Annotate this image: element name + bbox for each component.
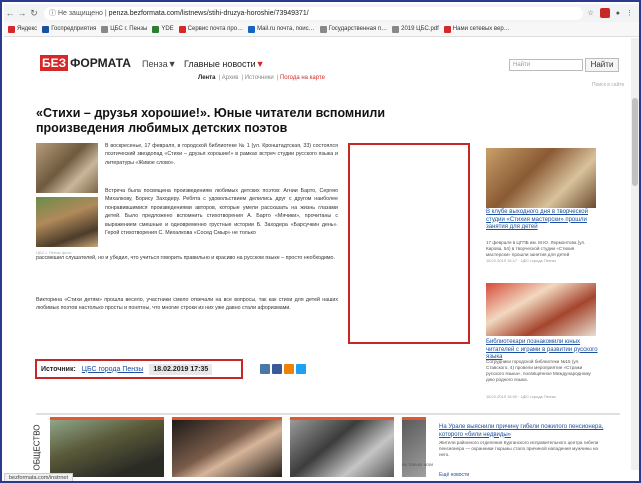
vk-share-icon[interactable] xyxy=(260,364,270,374)
status-bar: bezformata.com/instrnet xyxy=(4,473,73,481)
back-icon[interactable]: ← xyxy=(4,8,16,18)
subnav-item-feed[interactable]: Лента xyxy=(198,75,215,81)
article-paragraph: Встреча была посвящена произведениям люб… xyxy=(105,188,338,237)
bookmark-item[interactable]: ЦБС г. Пензы xyxy=(101,25,147,33)
search-button[interactable]: Найти xyxy=(585,58,619,72)
bookmark-item[interactable]: Государственная п… xyxy=(319,25,387,33)
source-label: Источник: xyxy=(41,365,76,373)
bookmark-favicon-icon xyxy=(319,25,327,33)
forward-icon[interactable]: → xyxy=(16,8,28,18)
main-news-menu[interactable]: Главные новости▼ xyxy=(184,59,265,69)
chevron-down-icon: ▼ xyxy=(255,59,265,69)
ad-placeholder xyxy=(348,143,470,344)
city-selector[interactable]: Пенза▼ xyxy=(142,59,176,69)
news-link[interactable]: На Урале выяснили причину гибели пожилог… xyxy=(439,424,609,439)
bookmark-favicon-icon xyxy=(443,25,451,33)
section-divider xyxy=(36,413,620,415)
news-caption: их только ноги xyxy=(402,462,433,467)
site-logo[interactable]: БЕЗ ФОРМАТА xyxy=(40,55,131,71)
bookmark-item[interactable]: Нами сетевых вер… xyxy=(443,25,510,33)
article-headline: «Стихи – друзья хорошие!». Юные читатели… xyxy=(36,106,386,135)
logo-red-part: БЕЗ xyxy=(40,55,69,71)
site-search-link[interactable]: Поиск в сайте xyxy=(592,82,624,88)
section-label[interactable]: ОБЩЕСТВО xyxy=(26,421,48,473)
twitter-share-icon[interactable] xyxy=(296,364,306,374)
url-input[interactable]: ⓘ Не защищено | penza.bezformata.com/lis… xyxy=(44,6,584,20)
url-text: penza.bezformata.com/listnews/stihi-druz… xyxy=(108,9,309,17)
menu-icon[interactable]: ⋮ xyxy=(626,9,633,17)
bookmark-favicon-icon xyxy=(152,25,160,33)
page-scrollbar-thumb[interactable] xyxy=(632,98,638,186)
bookmark-favicon-icon xyxy=(248,25,256,33)
browser-window: ← → ↻ ⓘ Не защищено | penza.bezformata.c… xyxy=(0,0,641,483)
more-news-link[interactable]: Ещё новости xyxy=(439,472,469,478)
main-news-label: Главные новости xyxy=(184,59,256,69)
bookmark-favicon-icon xyxy=(8,25,15,33)
article-photo[interactable] xyxy=(36,197,98,247)
source-link[interactable]: ЦБС города Пензы xyxy=(82,366,144,373)
bookmark-item[interactable]: Госпредприятия xyxy=(42,25,96,33)
news-summary: Жители районного отделения Курганского и… xyxy=(439,440,599,457)
bookmark-item[interactable]: 2019 ЦБС.pdf xyxy=(392,25,439,33)
article-paragraph: Викторина «Стихи детям» прошла весело, у… xyxy=(36,297,338,312)
related-link[interactable]: В клубе выходного дня в творческой студи… xyxy=(486,209,598,232)
article-paragraph: рассмешил слушателей, но и убедил, что у… xyxy=(36,255,335,261)
share-buttons xyxy=(260,364,306,374)
address-bar-row: ← → ↻ ⓘ Не защищено | penza.bezformata.c… xyxy=(4,4,639,22)
url-security-label: Не защищено xyxy=(57,9,103,17)
related-thumbnail[interactable] xyxy=(486,283,596,336)
reload-icon[interactable]: ↻ xyxy=(28,8,40,19)
bookmark-favicon-icon xyxy=(178,25,186,33)
subnav-item-weather[interactable]: Погода на карте xyxy=(280,75,325,81)
related-summary: 17 февраля в ЦГПБ им. М.Ю. Лермонтова (у… xyxy=(486,240,586,257)
related-date: 18.02.2019 16:17 · ЦБС города Пензы xyxy=(486,258,556,263)
section-label-text: ОБЩЕСТВО xyxy=(32,424,42,470)
article-paragraph: В воскресенье, 17 февраля, в городской б… xyxy=(105,143,338,166)
odnoklassniki-share-icon[interactable] xyxy=(284,364,294,374)
profile-icon[interactable]: ● xyxy=(616,10,620,17)
news-thumbnail[interactable] xyxy=(290,417,394,477)
bookmarks-bar: Яндекс Госпредприятия ЦБС г. Пензы YDE С… xyxy=(4,22,639,37)
bookmark-item[interactable]: YDE xyxy=(152,25,174,33)
related-date: 18.02.2019 16:00 · ЦБС города Пензы xyxy=(486,394,556,399)
bookmark-item[interactable]: Mail.ru почта, поис… xyxy=(248,25,315,33)
bookmark-item[interactable]: Сервис почта про… xyxy=(178,25,243,33)
facebook-share-icon[interactable] xyxy=(272,364,282,374)
extension-icon[interactable] xyxy=(599,8,610,18)
publish-date: 18.02.2019 17:35 xyxy=(149,363,213,375)
star-icon[interactable]: ☆ xyxy=(587,9,593,17)
news-thumbnail[interactable] xyxy=(172,417,282,477)
subnav-item-archive[interactable]: Архив xyxy=(222,75,239,81)
info-icon[interactable]: ⓘ xyxy=(49,8,58,18)
source-box: Источник: ЦБС города Пензы 18.02.2019 17… xyxy=(35,359,243,379)
related-summary: Сотрудники городской библиотеки №15 (ул.… xyxy=(486,359,591,382)
bookmark-item[interactable]: Яндекс xyxy=(8,25,37,33)
bookmark-favicon-icon xyxy=(101,25,109,33)
sub-navigation: Лента | Архив | Источники | Погода на карте xyxy=(198,75,325,81)
news-thumbnail[interactable] xyxy=(402,417,426,477)
bookmark-favicon-icon xyxy=(392,25,400,33)
article-photo[interactable] xyxy=(36,143,98,193)
subnav-item-sources[interactable]: Источники xyxy=(245,75,274,81)
logo-dark-part: ФОРМАТА xyxy=(70,56,131,70)
search-input[interactable]: Найти xyxy=(509,59,583,71)
news-thumbnail[interactable] xyxy=(50,417,164,477)
bookmark-favicon-icon xyxy=(42,25,50,33)
related-thumbnail[interactable] xyxy=(486,148,596,208)
